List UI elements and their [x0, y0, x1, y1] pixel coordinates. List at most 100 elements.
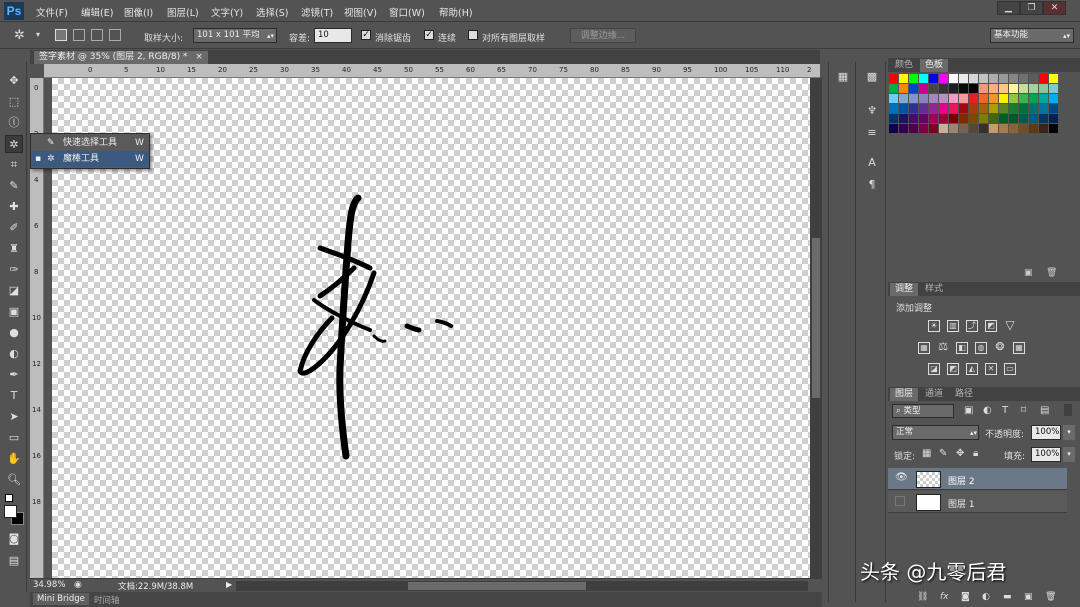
swatch[interactable]: [889, 84, 898, 93]
swatch[interactable]: [1039, 84, 1048, 93]
swatch[interactable]: [1019, 124, 1028, 133]
swatch[interactable]: [1019, 74, 1028, 83]
swatch[interactable]: [959, 94, 968, 103]
subtract-selection-icon[interactable]: [91, 29, 103, 41]
swatch[interactable]: [979, 94, 988, 103]
swatch[interactable]: [899, 114, 908, 123]
swatch[interactable]: [909, 84, 918, 93]
type-tool-icon[interactable]: T: [5, 387, 23, 405]
menu-image[interactable]: 图像(I): [124, 5, 153, 19]
swatch[interactable]: [919, 94, 928, 103]
swatch[interactable]: [919, 104, 928, 113]
swatch[interactable]: [1019, 104, 1028, 113]
swatch[interactable]: [909, 104, 918, 113]
swatch[interactable]: [1009, 104, 1018, 113]
gradient-map-icon[interactable]: ▭: [1004, 363, 1016, 375]
swatch[interactable]: [919, 74, 928, 83]
swatch[interactable]: [1019, 94, 1028, 103]
magic-wand-preset-icon[interactable]: ✲: [14, 28, 25, 43]
swatch[interactable]: [999, 124, 1008, 133]
new-selection-icon[interactable]: [55, 29, 67, 41]
lock-transparency-icon[interactable]: ▦: [922, 448, 931, 459]
document-canvas[interactable]: [52, 78, 810, 578]
tolerance-input[interactable]: 10: [314, 28, 352, 43]
swatch[interactable]: [1009, 124, 1018, 133]
swatch[interactable]: [989, 74, 998, 83]
antialias-checkbox[interactable]: ✓: [361, 30, 371, 40]
brightness-icon[interactable]: ☀: [928, 320, 940, 332]
swatch[interactable]: [979, 104, 988, 113]
document-tab[interactable]: 签字素材 @ 35% (图层 2, RGB/8) * ×: [34, 51, 208, 64]
swatch[interactable]: [929, 124, 938, 133]
swatch[interactable]: [899, 124, 908, 133]
swatch[interactable]: [929, 74, 938, 83]
move-tool-icon[interactable]: ✥: [5, 72, 23, 90]
healing-brush-tool-icon[interactable]: ✚: [5, 198, 23, 216]
selective-color-icon[interactable]: ✕: [985, 363, 997, 375]
layer-style-icon[interactable]: fx: [940, 592, 949, 602]
paragraph-panel-icon[interactable]: ¶: [865, 178, 879, 192]
swatch[interactable]: [909, 74, 918, 83]
swatch[interactable]: [959, 74, 968, 83]
swatch[interactable]: [989, 94, 998, 103]
swatch[interactable]: [999, 114, 1008, 123]
tab-mini-bridge[interactable]: Mini Bridge: [33, 593, 89, 605]
tab-paths[interactable]: 路径: [950, 388, 978, 401]
swatch[interactable]: [949, 114, 958, 123]
levels-icon[interactable]: ▥: [947, 320, 959, 332]
swatch[interactable]: [949, 84, 958, 93]
close-window-button[interactable]: ✕: [1043, 1, 1066, 15]
new-group-icon[interactable]: ▬: [1003, 592, 1012, 602]
opacity-dropdown-icon[interactable]: ▾: [1063, 425, 1075, 440]
swatch[interactable]: [939, 84, 948, 93]
link-layers-icon[interactable]: ⛓: [917, 592, 928, 602]
vertical-scroll-thumb[interactable]: [812, 238, 820, 398]
menu-window[interactable]: 窗口(W): [389, 5, 425, 19]
history-brush-tool-icon[interactable]: ✑: [5, 261, 23, 279]
posterize-icon[interactable]: ◩: [947, 363, 959, 375]
swatch[interactable]: [969, 84, 978, 93]
menu-layer[interactable]: 图层(L): [167, 5, 199, 19]
gradient-tool-icon[interactable]: ▣: [5, 303, 23, 321]
layer-row-layer-1[interactable]: 图层 1: [888, 491, 1067, 513]
menu-edit[interactable]: 编辑(E): [81, 5, 113, 19]
color-balance-icon[interactable]: ⚖: [937, 341, 949, 354]
status-menu-arrow-icon[interactable]: ▶: [226, 580, 232, 589]
eyedropper-tool-icon[interactable]: ✎: [5, 177, 23, 195]
filter-pixel-icon[interactable]: ▣: [964, 405, 973, 416]
exposure-icon[interactable]: ◩: [985, 320, 997, 332]
swatch[interactable]: [999, 94, 1008, 103]
swatch[interactable]: [989, 114, 998, 123]
filter-adjustment-icon[interactable]: ◐: [983, 405, 992, 416]
navigator-panel-icon[interactable]: ▩: [865, 70, 879, 84]
lock-position-icon[interactable]: ✥: [956, 448, 964, 459]
swatch[interactable]: [979, 84, 988, 93]
swatch[interactable]: [1049, 74, 1058, 83]
hue-saturation-icon[interactable]: ▦: [918, 342, 930, 354]
brush-tool-icon[interactable]: ✐: [5, 219, 23, 237]
sample-all-layers-checkbox[interactable]: [468, 30, 478, 40]
layer-filter-select[interactable]: ⌕ 类型: [892, 404, 954, 418]
menu-file[interactable]: 文件(F): [36, 5, 68, 19]
swatch[interactable]: [889, 74, 898, 83]
delete-swatch-icon[interactable]: 🗑︎: [1046, 268, 1057, 278]
foreground-color-swatch[interactable]: [4, 505, 17, 518]
screen-mode-icon[interactable]: ▤: [5, 552, 23, 570]
color-lookup-icon[interactable]: ▦: [1013, 342, 1025, 354]
rectangle-tool-icon[interactable]: ▭: [5, 429, 23, 447]
photo-filter-icon[interactable]: ◍: [975, 342, 987, 354]
intersect-selection-icon[interactable]: [109, 29, 121, 41]
marquee-tool-icon[interactable]: ⬚: [5, 93, 23, 111]
swatch[interactable]: [939, 94, 948, 103]
vibrance-icon[interactable]: ▽: [1004, 319, 1016, 332]
swatch[interactable]: [1029, 104, 1038, 113]
swatch[interactable]: [959, 104, 968, 113]
menu-select[interactable]: 选择(S): [256, 5, 288, 19]
swatch[interactable]: [889, 104, 898, 113]
swatch[interactable]: [979, 124, 988, 133]
swatch[interactable]: [939, 114, 948, 123]
brush-panel-icon[interactable]: ♆: [865, 104, 879, 118]
refine-edge-button[interactable]: 调整边缘...: [570, 28, 636, 43]
swatch[interactable]: [1039, 74, 1048, 83]
swatch[interactable]: [929, 114, 938, 123]
